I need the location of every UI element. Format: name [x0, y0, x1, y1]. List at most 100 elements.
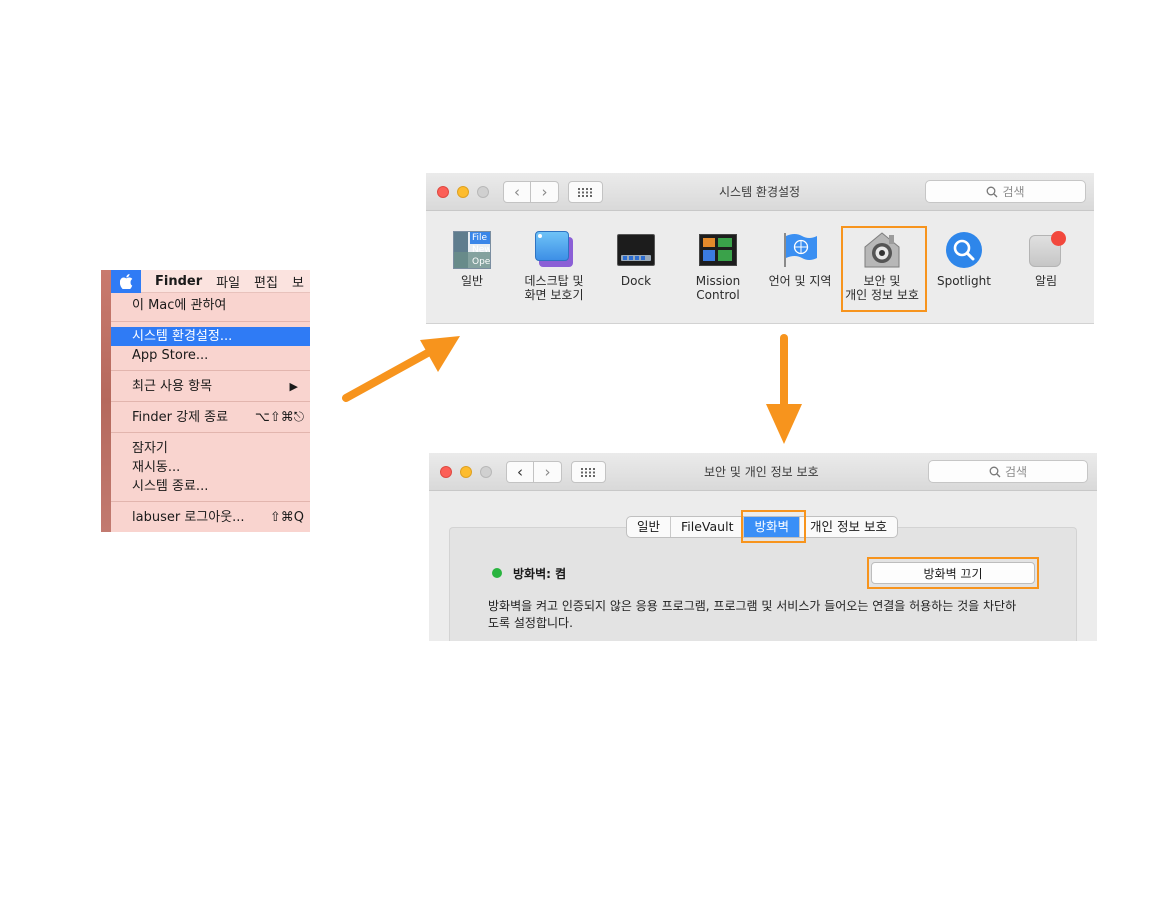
- tab-general[interactable]: 일반: [627, 517, 672, 537]
- desktop-background-strip: [101, 270, 111, 532]
- menubar-finder[interactable]: Finder: [155, 274, 202, 289]
- desktop-screensaver-icon: [535, 231, 573, 269]
- chevron-left-icon: ‹: [514, 183, 520, 201]
- menu-item-label: labuser 로그아웃...: [132, 510, 245, 525]
- menu-item-restart[interactable]: 재시동...: [111, 458, 310, 477]
- apple-menu-screenshot: Finder 파일 편집 보 이 Mac에 관하여 시스템 환경설정... Ap…: [101, 270, 310, 532]
- menu-shortcut: ⌥⇧⌘⎋: [254, 410, 304, 425]
- status-on-indicator-icon: [492, 568, 502, 578]
- chevron-left-icon: ‹: [517, 463, 523, 481]
- menu-item-about-mac[interactable]: 이 Mac에 관하여: [111, 296, 310, 315]
- menubar-edit[interactable]: 편집: [254, 272, 278, 291]
- search-icon: [989, 466, 1001, 477]
- pane-desktop-screensaver[interactable]: 데스크탑 및 화면 보호기: [514, 231, 594, 302]
- chevron-right-icon: ›: [541, 183, 548, 201]
- search-field[interactable]: 검색: [928, 460, 1088, 483]
- show-all-button[interactable]: [571, 461, 606, 483]
- general-icon-text: New: [472, 245, 491, 255]
- system-preferences-window: ‹ › 시스템 환경설정 검색 File New Ope 일반 데스크탑 및 화…: [426, 173, 1094, 324]
- search-field[interactable]: 검색: [925, 180, 1086, 203]
- forward-button[interactable]: ›: [534, 461, 562, 483]
- arrow-down-icon: [766, 334, 802, 444]
- menu-item-system-preferences[interactable]: 시스템 환경설정...: [111, 327, 310, 346]
- firewall-description: 방화벽을 켜고 인증되지 않은 응용 프로그램, 프로그램 및 서비스가 들어오…: [488, 598, 1068, 632]
- annotation-highlight-firewall-tab: [741, 510, 806, 543]
- menu-shortcut: ⇧⌘Q: [269, 510, 304, 525]
- spotlight-icon: [945, 231, 983, 269]
- apple-menu-button[interactable]: [111, 270, 141, 293]
- tab-filevault[interactable]: FileVault: [671, 517, 745, 537]
- menu-item-label: 이 Mac에 관하여: [132, 298, 227, 313]
- window-title: 시스템 환경설정: [719, 185, 801, 199]
- pane-language-region[interactable]: 언어 및 지역: [760, 231, 840, 288]
- tab-privacy[interactable]: 개인 정보 보호: [800, 517, 897, 537]
- back-button[interactable]: ‹: [506, 461, 534, 483]
- grid-icon: [578, 187, 592, 197]
- menu-item-label: 재시동...: [132, 460, 181, 475]
- dock-icon: [617, 231, 655, 269]
- pane-label: Spotlight: [937, 274, 991, 288]
- general-icon-text: Ope: [472, 257, 491, 267]
- menu-item-label: Finder 강제 종료: [132, 410, 229, 425]
- arrow-right-up-icon: [342, 336, 460, 402]
- submenu-arrow-icon: ▶: [289, 380, 298, 393]
- zoom-window-button[interactable]: [480, 466, 492, 478]
- close-window-button[interactable]: [437, 186, 449, 198]
- menu-item-force-quit[interactable]: Finder 강제 종료 ⌥⇧⌘⎋: [111, 408, 310, 427]
- menu-separator: [111, 401, 310, 402]
- back-button[interactable]: ‹: [503, 181, 531, 203]
- show-all-button[interactable]: [568, 181, 603, 203]
- notifications-icon: [1027, 231, 1066, 269]
- menu-item-app-store[interactable]: App Store...: [111, 346, 310, 365]
- menu-item-sleep[interactable]: 잠자기: [111, 439, 310, 458]
- language-region-icon: [781, 231, 819, 269]
- menu-separator: [111, 432, 310, 433]
- chevron-right-icon: ›: [544, 463, 551, 481]
- minimize-window-button[interactable]: [457, 186, 469, 198]
- menu-item-label: App Store...: [132, 348, 209, 363]
- menubar-file[interactable]: 파일: [216, 272, 240, 291]
- apple-logo-icon: [119, 273, 132, 289]
- grid-icon: [581, 467, 595, 477]
- search-placeholder: 검색: [1002, 185, 1025, 199]
- menu-item-recent-items[interactable]: 최근 사용 항목 ▶: [111, 377, 310, 396]
- window-titlebar: ‹ › 보안 및 개인 정보 보호 검색: [429, 453, 1097, 491]
- pane-general[interactable]: File New Ope 일반: [432, 231, 512, 288]
- firewall-description-line: 방화벽을 켜고 인증되지 않은 응용 프로그램, 프로그램 및 서비스가 들어오…: [488, 599, 1017, 613]
- pane-notifications[interactable]: 알림: [1006, 231, 1086, 288]
- close-window-button[interactable]: [440, 466, 452, 478]
- minimize-window-button[interactable]: [460, 466, 472, 478]
- menu-bar: Finder 파일 편집 보: [111, 270, 310, 293]
- menubar-view[interactable]: 보: [292, 272, 304, 291]
- annotation-highlight-security: [841, 226, 927, 312]
- general-icon: File New Ope: [453, 231, 491, 269]
- firewall-description-line: 도록 설정합니다.: [488, 616, 573, 630]
- menu-item-label: 최근 사용 항목: [132, 379, 213, 394]
- pane-label: 데스크탑 및: [524, 274, 584, 288]
- pane-label: 알림: [1034, 274, 1058, 288]
- forward-button[interactable]: ›: [531, 181, 559, 203]
- pane-label: Mission: [695, 274, 741, 288]
- menu-separator: [111, 370, 310, 371]
- mission-control-icon: [699, 231, 737, 269]
- pane-dock[interactable]: Dock: [596, 231, 676, 288]
- apple-dropdown-menu: 이 Mac에 관하여 시스템 환경설정... App Store... 최근 사…: [111, 293, 310, 532]
- pane-label: 일반: [460, 274, 484, 288]
- menu-item-label: 시스템 종료...: [132, 479, 209, 494]
- window-title: 보안 및 개인 정보 보호: [704, 465, 819, 479]
- menu-item-label: 시스템 환경설정...: [132, 329, 233, 344]
- pane-label: Dock: [620, 274, 652, 288]
- general-icon-text: File: [470, 232, 490, 244]
- pane-spotlight[interactable]: Spotlight: [924, 231, 1004, 288]
- annotation-highlight-turn-off-button: [867, 557, 1039, 589]
- menu-separator: [111, 321, 310, 322]
- pane-label: 언어 및 지역: [768, 274, 832, 288]
- menu-separator: [111, 501, 310, 502]
- menu-item-label: 잠자기: [132, 441, 168, 456]
- menu-item-shut-down[interactable]: 시스템 종료...: [111, 477, 310, 496]
- zoom-window-button[interactable]: [477, 186, 489, 198]
- pane-label-2: Control: [696, 288, 740, 302]
- window-titlebar: ‹ › 시스템 환경설정 검색: [426, 173, 1094, 211]
- pane-mission-control[interactable]: Mission Control: [678, 231, 758, 302]
- menu-item-log-out[interactable]: labuser 로그아웃... ⇧⌘Q: [111, 508, 310, 527]
